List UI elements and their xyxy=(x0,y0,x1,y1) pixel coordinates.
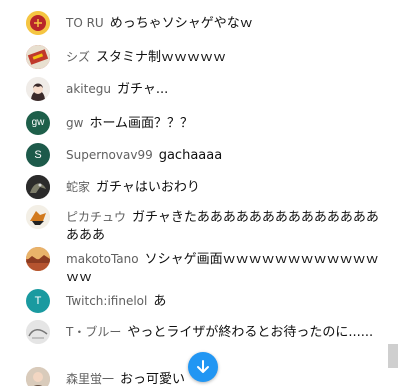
avatar[interactable]: S xyxy=(26,143,50,167)
author-name[interactable]: ピカチュウ xyxy=(66,210,126,224)
author-name[interactable]: Twitch:ifinelol xyxy=(66,294,147,308)
author-name[interactable]: TO RU xyxy=(66,16,104,30)
author-name[interactable]: makotoTano xyxy=(66,252,139,266)
author-name[interactable]: Supernovav99 xyxy=(66,148,153,162)
message-text: めっちゃソシャゲやなｗ xyxy=(109,16,253,31)
chat-message: S Supernovav99 gachaaaa xyxy=(0,143,384,167)
message-text: gachaaaa xyxy=(158,148,223,163)
message-text: ガチャ... xyxy=(116,82,169,97)
message-text: あ xyxy=(153,294,167,309)
chat-message: TO RU めっちゃソシャゲやなｗ xyxy=(0,11,384,35)
sketch-icon[interactable] xyxy=(26,320,50,344)
box-art-icon[interactable] xyxy=(26,45,50,69)
chat-message: ピカチュウ ガチャきたあああああああああああああああああ xyxy=(0,205,384,245)
red-ball-icon[interactable] xyxy=(26,11,50,35)
message-text: ホーム画面？？？ xyxy=(89,116,194,131)
message-text: ガチャはいおわり xyxy=(96,180,200,195)
chat-message: 蛇家 ガチャはいおわり xyxy=(0,175,384,199)
message-text: やっとライザが終わるとお待ったのに...... xyxy=(127,325,374,340)
chat-message: gw gw ホーム画面？？？ xyxy=(0,111,384,135)
chat-message: akitegu ガチャ... xyxy=(0,77,384,101)
author-name[interactable]: シズ xyxy=(66,50,90,64)
author-name[interactable]: gw xyxy=(66,116,83,130)
author-name[interactable]: T・ブルー xyxy=(66,325,121,339)
chat-message: シズ スタミナ制ｗｗｗｗｗ xyxy=(0,45,384,69)
chat-message: makotoTano ソシャゲ画面ｗｗｗｗｗｗｗｗｗｗｗｗｗｗ xyxy=(0,247,384,287)
chat-message: T・ブルー やっとライザが終わるとお待ったのに...... xyxy=(0,320,384,344)
avatar-letter: S xyxy=(34,149,42,161)
avatar-letter: T xyxy=(34,295,42,307)
landscape-icon[interactable] xyxy=(26,247,50,271)
avatar[interactable]: T xyxy=(26,289,50,313)
message-text: スタミナ制ｗｗｗｗｗ xyxy=(96,50,227,65)
person-photo-icon[interactable] xyxy=(26,367,50,386)
message-text: おっ可愛い xyxy=(120,372,186,386)
scrollbar[interactable] xyxy=(386,0,400,386)
arrow-down-icon xyxy=(197,360,209,373)
author-name[interactable]: 蛇家 xyxy=(66,180,90,194)
scrollbar-thumb[interactable] xyxy=(388,344,398,368)
author-name[interactable]: 森里蛍一 xyxy=(66,372,114,386)
author-name[interactable]: akitegu xyxy=(66,82,111,96)
scroll-to-bottom-button[interactable] xyxy=(188,352,218,382)
chat-message: T Twitch:ifinelol あ xyxy=(0,289,384,313)
avatar-letter: gw xyxy=(31,117,45,128)
anime-girl-icon[interactable] xyxy=(26,77,50,101)
avatar[interactable]: gw xyxy=(26,111,50,135)
chat-message-list[interactable]: TO RU めっちゃソシャゲやなｗ シズ スタミナ制ｗｗｗｗｗ akitegu ガチャ… xyxy=(0,0,386,386)
dark-creature-icon[interactable] xyxy=(26,175,50,199)
fox-icon[interactable] xyxy=(26,205,50,229)
